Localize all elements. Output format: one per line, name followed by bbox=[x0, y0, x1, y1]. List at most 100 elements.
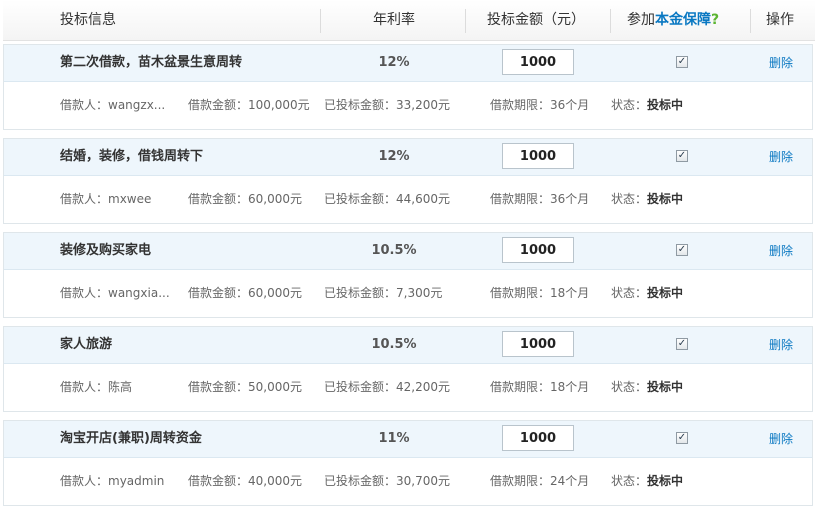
bid-list-page: 投标信息 年利率 投标金额（元） 参加本金保障? 操作 第二次借款，苗木盆景生意… bbox=[0, 0, 821, 508]
invested-value: 44,600元 bbox=[396, 192, 451, 206]
loan-amount-label: 借款金额： bbox=[188, 286, 249, 300]
table-header: 投标信息 年利率 投标金额（元） 参加本金保障? 操作 bbox=[3, 0, 815, 41]
annual-rate: 10.5% bbox=[371, 337, 417, 352]
bid-amount-input[interactable] bbox=[502, 425, 574, 451]
invested-label: 已投标金额： bbox=[324, 380, 397, 394]
loan-amount-info: 借款金额：60,000元 bbox=[188, 176, 302, 223]
loan-row-header: 第二次借款，苗木盆景生意周转 12% ✓ 删除 bbox=[4, 45, 812, 82]
term-info: 借款期限：36个月 bbox=[490, 176, 589, 223]
delete-link[interactable]: 删除 bbox=[769, 421, 793, 457]
loan-details: 借款人：mxwee 借款金额：60,000元 已投标金额：44,600元 借款期… bbox=[4, 176, 812, 223]
borrower-value: wangzx... bbox=[108, 98, 166, 112]
help-icon[interactable]: ? bbox=[711, 12, 719, 28]
loan-title: 结婚，装修，借钱周转下 bbox=[60, 149, 204, 164]
guarantee-checkbox[interactable]: ✓ bbox=[676, 56, 688, 68]
annual-rate: 11% bbox=[378, 431, 410, 446]
status-label: 状态： bbox=[611, 380, 648, 394]
loan-row-header: 结婚，装修，借钱周转下 12% ✓ 删除 bbox=[4, 139, 812, 176]
loan-amount-value: 60,000元 bbox=[248, 286, 303, 300]
term-value: 36个月 bbox=[550, 192, 590, 206]
borrower-info: 借款人：myadmin bbox=[60, 458, 164, 505]
bid-amount-input[interactable] bbox=[502, 143, 574, 169]
invested-value: 33,200元 bbox=[396, 98, 451, 112]
loan-row-header: 家人旅游 10.5% ✓ 删除 bbox=[4, 327, 812, 364]
status-label: 状态： bbox=[611, 474, 648, 488]
status-label: 状态： bbox=[611, 192, 648, 206]
loan-row: 家人旅游 10.5% ✓ 删除 借款人：陈高 借款金额：50,000元 已投标金… bbox=[3, 326, 813, 412]
invested-label: 已投标金额： bbox=[324, 192, 397, 206]
loan-amount-value: 60,000元 bbox=[248, 192, 303, 206]
delete-link[interactable]: 删除 bbox=[769, 139, 793, 175]
term-info: 借款期限：36个月 bbox=[490, 82, 589, 129]
status-value: 投标中 bbox=[647, 286, 684, 300]
status-info: 状态：投标中 bbox=[611, 364, 683, 411]
guarantee-checkbox[interactable]: ✓ bbox=[676, 244, 688, 256]
borrower-value: 陈高 bbox=[108, 380, 133, 394]
invested-label: 已投标金额： bbox=[324, 286, 397, 300]
loan-amount-info: 借款金额：60,000元 bbox=[188, 270, 302, 317]
borrower-value: wangxia... bbox=[108, 286, 170, 300]
loan-amount-info: 借款金额：100,000元 bbox=[188, 82, 310, 129]
guarantee-checkbox[interactable]: ✓ bbox=[676, 150, 688, 162]
term-label: 借款期限： bbox=[490, 192, 551, 206]
loan-details: 借款人：wangzx... 借款金额：100,000元 已投标金额：33,200… bbox=[4, 82, 812, 129]
header-divider bbox=[465, 9, 466, 33]
borrower-info: 借款人：mxwee bbox=[60, 176, 151, 223]
term-label: 借款期限： bbox=[490, 286, 551, 300]
borrower-info: 借款人：陈高 bbox=[60, 364, 132, 411]
term-label: 借款期限： bbox=[490, 380, 551, 394]
status-label: 状态： bbox=[611, 98, 648, 112]
borrower-info: 借款人：wangzx... bbox=[60, 82, 165, 129]
loan-details: 借款人：wangxia... 借款金额：60,000元 已投标金额：7,300元… bbox=[4, 270, 812, 317]
loan-amount-label: 借款金额： bbox=[188, 192, 249, 206]
borrower-info: 借款人：wangxia... bbox=[60, 270, 170, 317]
loan-row: 淘宝开店(兼职)周转资金 11% ✓ 删除 借款人：myadmin 借款金额：4… bbox=[3, 420, 813, 506]
status-value: 投标中 bbox=[647, 192, 684, 206]
invested-label: 已投标金额： bbox=[324, 98, 397, 112]
term-info: 借款期限：18个月 bbox=[490, 364, 589, 411]
guarantee-link[interactable]: 本金保障 bbox=[655, 12, 711, 28]
term-value: 18个月 bbox=[550, 286, 590, 300]
loan-amount-label: 借款金额： bbox=[188, 474, 249, 488]
loan-details: 借款人：陈高 借款金额：50,000元 已投标金额：42,200元 借款期限：1… bbox=[4, 364, 812, 411]
header-rate: 年利率 bbox=[373, 12, 415, 28]
header-amount: 投标金额（元） bbox=[487, 12, 585, 28]
term-label: 借款期限： bbox=[490, 474, 551, 488]
borrower-label: 借款人： bbox=[60, 380, 109, 394]
loan-row: 第二次借款，苗木盆景生意周转 12% ✓ 删除 借款人：wangzx... 借款… bbox=[3, 44, 813, 130]
header-divider bbox=[750, 9, 751, 33]
term-value: 36个月 bbox=[550, 98, 590, 112]
bid-amount-input[interactable] bbox=[502, 49, 574, 75]
guarantee-checkbox[interactable]: ✓ bbox=[676, 432, 688, 444]
status-info: 状态：投标中 bbox=[611, 82, 683, 129]
term-value: 24个月 bbox=[550, 474, 590, 488]
loan-amount-value: 50,000元 bbox=[248, 380, 303, 394]
header-divider bbox=[610, 9, 611, 33]
delete-link[interactable]: 删除 bbox=[769, 233, 793, 269]
delete-link[interactable]: 删除 bbox=[769, 327, 793, 363]
loan-row-header: 装修及购买家电 10.5% ✓ 删除 bbox=[4, 233, 812, 270]
loan-title: 家人旅游 bbox=[60, 337, 113, 352]
loan-amount-info: 借款金额：40,000元 bbox=[188, 458, 302, 505]
header-divider bbox=[320, 9, 321, 33]
bid-amount-input[interactable] bbox=[502, 237, 574, 263]
status-info: 状态：投标中 bbox=[611, 176, 683, 223]
annual-rate: 12% bbox=[378, 149, 410, 164]
loan-row-header: 淘宝开店(兼职)周转资金 11% ✓ 删除 bbox=[4, 421, 812, 458]
borrower-label: 借款人： bbox=[60, 98, 109, 112]
borrower-label: 借款人： bbox=[60, 474, 109, 488]
status-info: 状态：投标中 bbox=[611, 458, 683, 505]
loan-amount-value: 40,000元 bbox=[248, 474, 303, 488]
loan-amount-label: 借款金额： bbox=[188, 380, 249, 394]
term-value: 18个月 bbox=[550, 380, 590, 394]
bid-amount-input[interactable] bbox=[502, 331, 574, 357]
invested-info: 已投标金额：7,300元 bbox=[324, 270, 442, 317]
invested-label: 已投标金额： bbox=[324, 474, 397, 488]
loan-amount-info: 借款金额：50,000元 bbox=[188, 364, 302, 411]
borrower-label: 借款人： bbox=[60, 192, 109, 206]
term-label: 借款期限： bbox=[490, 98, 551, 112]
guarantee-checkbox[interactable]: ✓ bbox=[676, 338, 688, 350]
loan-row: 装修及购买家电 10.5% ✓ 删除 借款人：wangxia... 借款金额：6… bbox=[3, 232, 813, 318]
annual-rate: 10.5% bbox=[371, 243, 417, 258]
delete-link[interactable]: 删除 bbox=[769, 45, 793, 81]
